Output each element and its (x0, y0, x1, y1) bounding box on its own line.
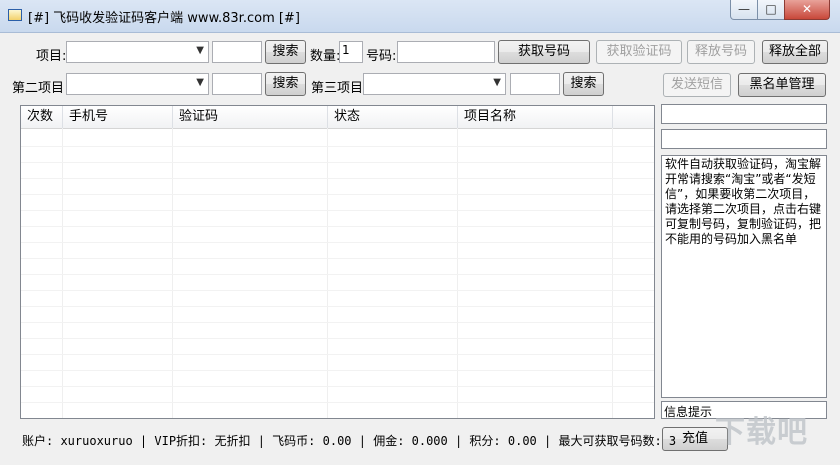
column-divider (327, 128, 328, 418)
second-project-combo[interactable]: ▼ (66, 73, 209, 95)
minimize-button[interactable]: — (730, 0, 758, 20)
table-row-divider (21, 306, 654, 307)
column-header-status[interactable]: 状态 (328, 106, 458, 128)
table-row-divider (21, 290, 654, 291)
results-table[interactable]: 次数 手机号 验证码 状态 项目名称 (20, 105, 655, 419)
window-title: [#] 飞码收发验证码客户端 www.83r.com [#] (28, 11, 300, 26)
table-row-divider (21, 162, 654, 163)
second-project-search-button[interactable]: 搜索 (265, 72, 306, 96)
release-all-button[interactable]: 释放全部 (762, 40, 828, 64)
table-row-divider (21, 370, 654, 371)
info-box-1 (661, 104, 827, 124)
watermark: 下载吧 (715, 415, 808, 450)
project-combo[interactable]: ▼ (66, 41, 209, 63)
quantity-field[interactable]: 1 (339, 41, 363, 63)
table-row-divider (21, 194, 654, 195)
table-row-divider (21, 258, 654, 259)
second-project-search-input[interactable] (212, 73, 262, 95)
title-bar: [#] 飞码收发验证码客户端 www.83r.com [#] — □ ✕ (0, 0, 840, 33)
release-number-button[interactable]: 释放号码 (687, 40, 755, 64)
project-label: 项目: (36, 49, 67, 64)
close-button[interactable]: ✕ (784, 0, 830, 20)
chevron-down-icon: ▼ (196, 45, 204, 56)
third-project-combo[interactable]: ▼ (363, 73, 506, 95)
column-header-project-name[interactable]: 项目名称 (458, 106, 613, 128)
table-row-divider (21, 338, 654, 339)
table-row-divider (21, 354, 654, 355)
get-number-button[interactable]: 获取号码 (498, 40, 590, 64)
third-project-search-input[interactable] (510, 73, 560, 95)
column-header-code[interactable]: 验证码 (173, 106, 328, 128)
send-sms-button[interactable]: 发送短信 (663, 73, 731, 97)
blacklist-manage-button[interactable]: 黑名单管理 (738, 73, 826, 97)
quantity-label: 数量: (310, 49, 341, 64)
maximize-button[interactable]: □ (757, 0, 785, 20)
chevron-down-icon: ▼ (493, 77, 501, 88)
table-row-divider (21, 178, 654, 179)
project-search-button[interactable]: 搜索 (265, 40, 306, 64)
table-row-divider (21, 210, 654, 211)
column-header-phone[interactable]: 手机号 (63, 106, 173, 128)
number-field[interactable] (397, 41, 495, 63)
notice-text: 软件自动获取验证码，淘宝解开常请搜索“淘宝”或者“发短信”，如果要收第二次项目，… (661, 155, 827, 398)
table-row-divider (21, 146, 654, 147)
table-row-divider (21, 386, 654, 387)
column-divider (457, 128, 458, 418)
info-box-2 (661, 129, 827, 149)
column-divider (172, 128, 173, 418)
second-project-label: 第二项目 (12, 81, 65, 96)
third-project-search-button[interactable]: 搜索 (563, 72, 604, 96)
get-code-button[interactable]: 获取验证码 (596, 40, 682, 64)
status-bar: 账户: xuruoxuruo | VIP折扣: 无折扣 | 飞码币: 0.00 … (22, 434, 677, 448)
column-divider (62, 128, 63, 418)
project-search-input[interactable] (212, 41, 262, 63)
number-label: 号码: (366, 49, 397, 64)
table-row-divider (21, 242, 654, 243)
third-project-label: 第三项目 (311, 81, 364, 96)
table-row-divider (21, 226, 654, 227)
table-header: 次数 手机号 验证码 状态 项目名称 (21, 106, 654, 129)
chevron-down-icon: ▼ (196, 77, 204, 88)
app-icon (8, 9, 22, 21)
column-divider (612, 128, 613, 418)
column-header-count[interactable]: 次数 (21, 106, 63, 128)
table-row-divider (21, 402, 654, 403)
table-row-divider (21, 274, 654, 275)
table-row-divider (21, 322, 654, 323)
